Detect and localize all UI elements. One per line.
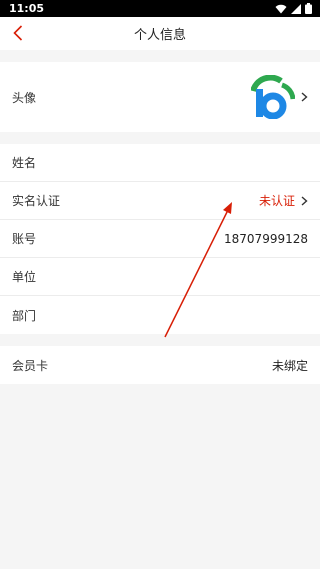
company-label: 单位	[12, 270, 37, 284]
account-label: 账号	[12, 232, 37, 246]
department-row[interactable]: 部门	[0, 296, 320, 334]
wifi-icon	[275, 4, 287, 13]
membership-section: 会员卡 未绑定	[0, 346, 320, 384]
member-card-row[interactable]: 会员卡 未绑定	[0, 346, 320, 384]
status-bar: 11:05	[0, 0, 320, 17]
avatar	[251, 75, 295, 119]
chevron-right-icon	[301, 92, 308, 102]
company-row[interactable]: 单位	[0, 258, 320, 296]
back-button[interactable]	[8, 23, 28, 43]
verify-label: 实名认证	[12, 194, 61, 208]
member-card-value: 未绑定	[271, 358, 308, 373]
nav-bar: 个人信息	[0, 17, 320, 50]
chevron-right-icon	[301, 195, 308, 206]
avatar-label: 头像	[12, 90, 37, 105]
member-card-label: 会员卡	[12, 358, 49, 373]
section-gap	[0, 334, 320, 346]
verify-row[interactable]: 实名认证 未认证	[0, 182, 320, 220]
section-gap	[0, 132, 320, 144]
account-row: 账号 18707999128	[0, 220, 320, 258]
chevron-left-icon	[13, 25, 23, 41]
verify-status: 未认证	[258, 194, 295, 208]
name-row[interactable]: 姓名	[0, 144, 320, 182]
page-title: 个人信息	[133, 28, 186, 43]
info-section: 姓名 实名认证 未认证 账号 18707999128 单位 部门	[0, 144, 320, 334]
avatar-section: 头像	[0, 62, 320, 132]
avatar-right	[251, 75, 308, 119]
verify-right: 未认证	[259, 192, 308, 209]
battery-icon	[305, 3, 312, 14]
status-time: 11:05	[9, 2, 45, 15]
name-label: 姓名	[12, 156, 37, 170]
department-label: 部门	[12, 308, 37, 323]
avatar-row[interactable]: 头像	[0, 62, 320, 132]
account-value: 18707999128	[224, 231, 308, 246]
status-icons	[275, 3, 312, 14]
signal-icon	[291, 3, 301, 14]
